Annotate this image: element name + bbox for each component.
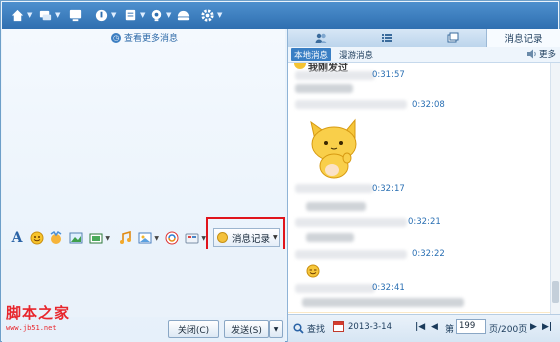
- local-messages-tab[interactable]: 本地消息: [291, 48, 332, 61]
- scrollbar-thumb[interactable]: [552, 281, 559, 303]
- date-value: 2013-3-14: [348, 321, 392, 332]
- sender-name-blurred: [295, 71, 375, 80]
- screenshot-icon[interactable]: ▼: [88, 230, 110, 246]
- font-icon[interactable]: A: [9, 230, 25, 246]
- more-button[interactable]: 更多: [526, 48, 556, 60]
- transfer-icon[interactable]: ▼: [38, 6, 60, 24]
- screen-icon[interactable]: [68, 6, 83, 24]
- list-icon: [382, 34, 392, 42]
- more-tools-icon[interactable]: ▼: [184, 230, 206, 246]
- date-picker[interactable]: 2013-3-14: [333, 321, 392, 332]
- page-total: 页/200页: [489, 325, 528, 335]
- page-number-input[interactable]: 199: [456, 319, 486, 334]
- roaming-messages-tab[interactable]: 漫游消息: [336, 48, 376, 61]
- send-picture-icon[interactable]: ▼: [137, 230, 159, 246]
- app-icon[interactable]: [176, 6, 191, 24]
- next-page-icon[interactable]: ▶: [530, 322, 537, 332]
- document-icon[interactable]: ▼: [123, 6, 145, 24]
- view-more-messages-link[interactable]: ◷ 查看更多消息: [111, 31, 178, 44]
- speaker-icon: [526, 49, 536, 59]
- voice-icon[interactable]: ▼: [94, 6, 116, 24]
- sender-name-blurred: [295, 100, 407, 109]
- conversation-pane: ◷ 查看更多消息 A ▼ ▼ ▼ 消息记录 ▼ 脚本之家 www.jb51.ne…: [2, 29, 285, 342]
- emoji-icon: [306, 264, 320, 278]
- gear-icon[interactable]: ▼: [200, 6, 222, 24]
- selected-message-highlight: [288, 312, 550, 313]
- previous-page-icon[interactable]: ◀: [431, 322, 438, 332]
- message-text-blurred: [306, 202, 366, 211]
- tab-message-history[interactable]: 消息记录: [486, 29, 560, 47]
- emoji-icon: [294, 63, 306, 69]
- view-more-label: 查看更多消息: [124, 34, 179, 44]
- home-icon[interactable]: ▼: [10, 6, 32, 24]
- calendar-icon: [333, 321, 344, 332]
- message-history-list: 我刚发过 0:31:57 0:32:08 0:32:17 0:32:21 0:3…: [288, 63, 550, 313]
- history-tab-bar: 消息记录: [288, 29, 560, 47]
- message-time: 0:32:22: [412, 249, 445, 259]
- magic-emoji-icon[interactable]: [48, 230, 64, 246]
- bottom-button-bar: 关闭(C) 发送(S) ▼: [2, 317, 285, 342]
- page-prefix: 第: [445, 325, 455, 335]
- chat-window: ▼ ▼ ▼ ▼ ▼ ▼ ◷ 查看更多消息 A ▼ ▼ ▼ 消息记录 ▼ 脚本之家…: [0, 0, 560, 342]
- sender-name-blurred: [295, 218, 407, 227]
- highlight-annotation: [206, 217, 285, 253]
- search-icon: [293, 323, 304, 334]
- cat-sticker-image: [310, 118, 357, 179]
- sender-name-blurred: [295, 284, 375, 293]
- emoji-icon[interactable]: [29, 230, 45, 246]
- send-options-dropdown[interactable]: ▼: [269, 320, 283, 338]
- message-text-blurred: [302, 298, 464, 307]
- history-source-bar: 本地消息 漫游消息 更多: [288, 47, 560, 63]
- music-icon[interactable]: [117, 230, 133, 246]
- tab-contacts[interactable]: [288, 29, 354, 47]
- files-icon: [447, 32, 459, 43]
- sender-name-blurred: [295, 184, 373, 193]
- message-time: 0:32:08: [412, 100, 445, 110]
- search-button[interactable]: 查找: [293, 322, 325, 335]
- message-time: 0:32:41: [372, 283, 405, 293]
- history-panel: 消息记录 本地消息 漫游消息 更多 我刚发过 0:31:57 0:32:08 0…: [287, 29, 560, 342]
- message-text-blurred: [306, 233, 354, 242]
- clock-icon: ◷: [111, 32, 121, 43]
- message-time: 0:32:21: [408, 217, 441, 227]
- first-page-icon[interactable]: |◀: [415, 322, 425, 332]
- camera-icon[interactable]: ▼: [149, 6, 171, 24]
- history-scrollbar[interactable]: [550, 63, 560, 315]
- sender-name-blurred: [295, 250, 407, 259]
- message-time: 0:31:57: [372, 70, 405, 80]
- close-button[interactable]: 关闭(C): [168, 320, 219, 338]
- tab-list[interactable]: [354, 29, 420, 47]
- tab-files[interactable]: [420, 29, 486, 47]
- message-time: 0:32:17: [372, 184, 405, 194]
- more-label: 更多: [538, 50, 556, 60]
- message-text-blurred: [295, 84, 353, 93]
- send-button[interactable]: 发送(S): [224, 320, 269, 338]
- search-label: 查找: [307, 325, 326, 335]
- history-footer: 查找 2013-3-14 |◀ ◀ 第 199 页/200页 ▶ ▶|: [288, 314, 560, 342]
- contacts-icon: [315, 33, 327, 43]
- shake-icon[interactable]: [164, 230, 180, 246]
- last-page-icon[interactable]: ▶|: [542, 322, 552, 332]
- picture-icon[interactable]: [68, 230, 84, 246]
- top-toolbar: ▼ ▼ ▼ ▼ ▼ ▼: [2, 2, 558, 29]
